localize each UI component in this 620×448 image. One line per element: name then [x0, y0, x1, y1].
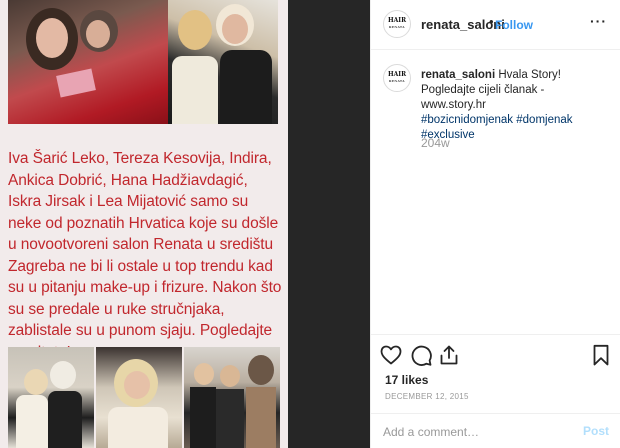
follow-button[interactable]: Follow [495, 18, 533, 32]
avatar[interactable]: HAIR RENATA [383, 10, 411, 38]
photo-embrace [168, 0, 278, 124]
post-date[interactable]: DECEMBER 12, 2015 [385, 392, 469, 401]
avatar[interactable]: HAIR RENATA [383, 64, 411, 92]
post-sidebar: HAIR RENATA renata_saloni • Follow ··· H… [370, 0, 620, 448]
add-comment-bar: Post [371, 413, 620, 448]
comment-username[interactable]: renata_saloni [421, 69, 495, 81]
action-bar [371, 343, 620, 369]
photo-bottom-right [184, 347, 280, 448]
photo-makeup-artist [8, 0, 168, 124]
separator-dot: • [489, 14, 494, 29]
more-options-icon[interactable]: ··· [590, 13, 607, 29]
photo-bottom-middle [96, 347, 182, 448]
divider [371, 334, 620, 335]
avatar-logo-subtext: RENATA [389, 25, 405, 29]
avatar-logo-subtext: RENATA [389, 79, 405, 83]
post-comment-button[interactable]: Post [583, 424, 609, 438]
comment-input[interactable] [383, 423, 573, 441]
heart-icon[interactable] [379, 343, 403, 367]
photo-bottom-left [8, 347, 94, 448]
image-caption-text: Iva Šarić Leko, Tereza Kesovija, Indira,… [8, 150, 282, 361]
post-image[interactable]: Iva Šarić Leko, Tereza Kesovija, Indira,… [0, 0, 288, 448]
hashtag-link[interactable]: #bozicnidomjenak [421, 114, 513, 126]
post-header: HAIR RENATA renata_saloni • Follow ··· [371, 0, 620, 50]
comment-timestamp[interactable]: 204w [421, 136, 450, 150]
bookmark-icon[interactable] [589, 343, 613, 367]
comment-body: renata_saloni Hvala Story! Pogledajte ci… [421, 68, 611, 143]
modal-backdrop [288, 0, 370, 448]
share-icon[interactable] [437, 343, 461, 367]
likes-count[interactable]: 17 likes [385, 373, 428, 387]
comment-icon[interactable] [409, 343, 433, 367]
hashtag-link[interactable]: #domjenak [516, 114, 572, 126]
